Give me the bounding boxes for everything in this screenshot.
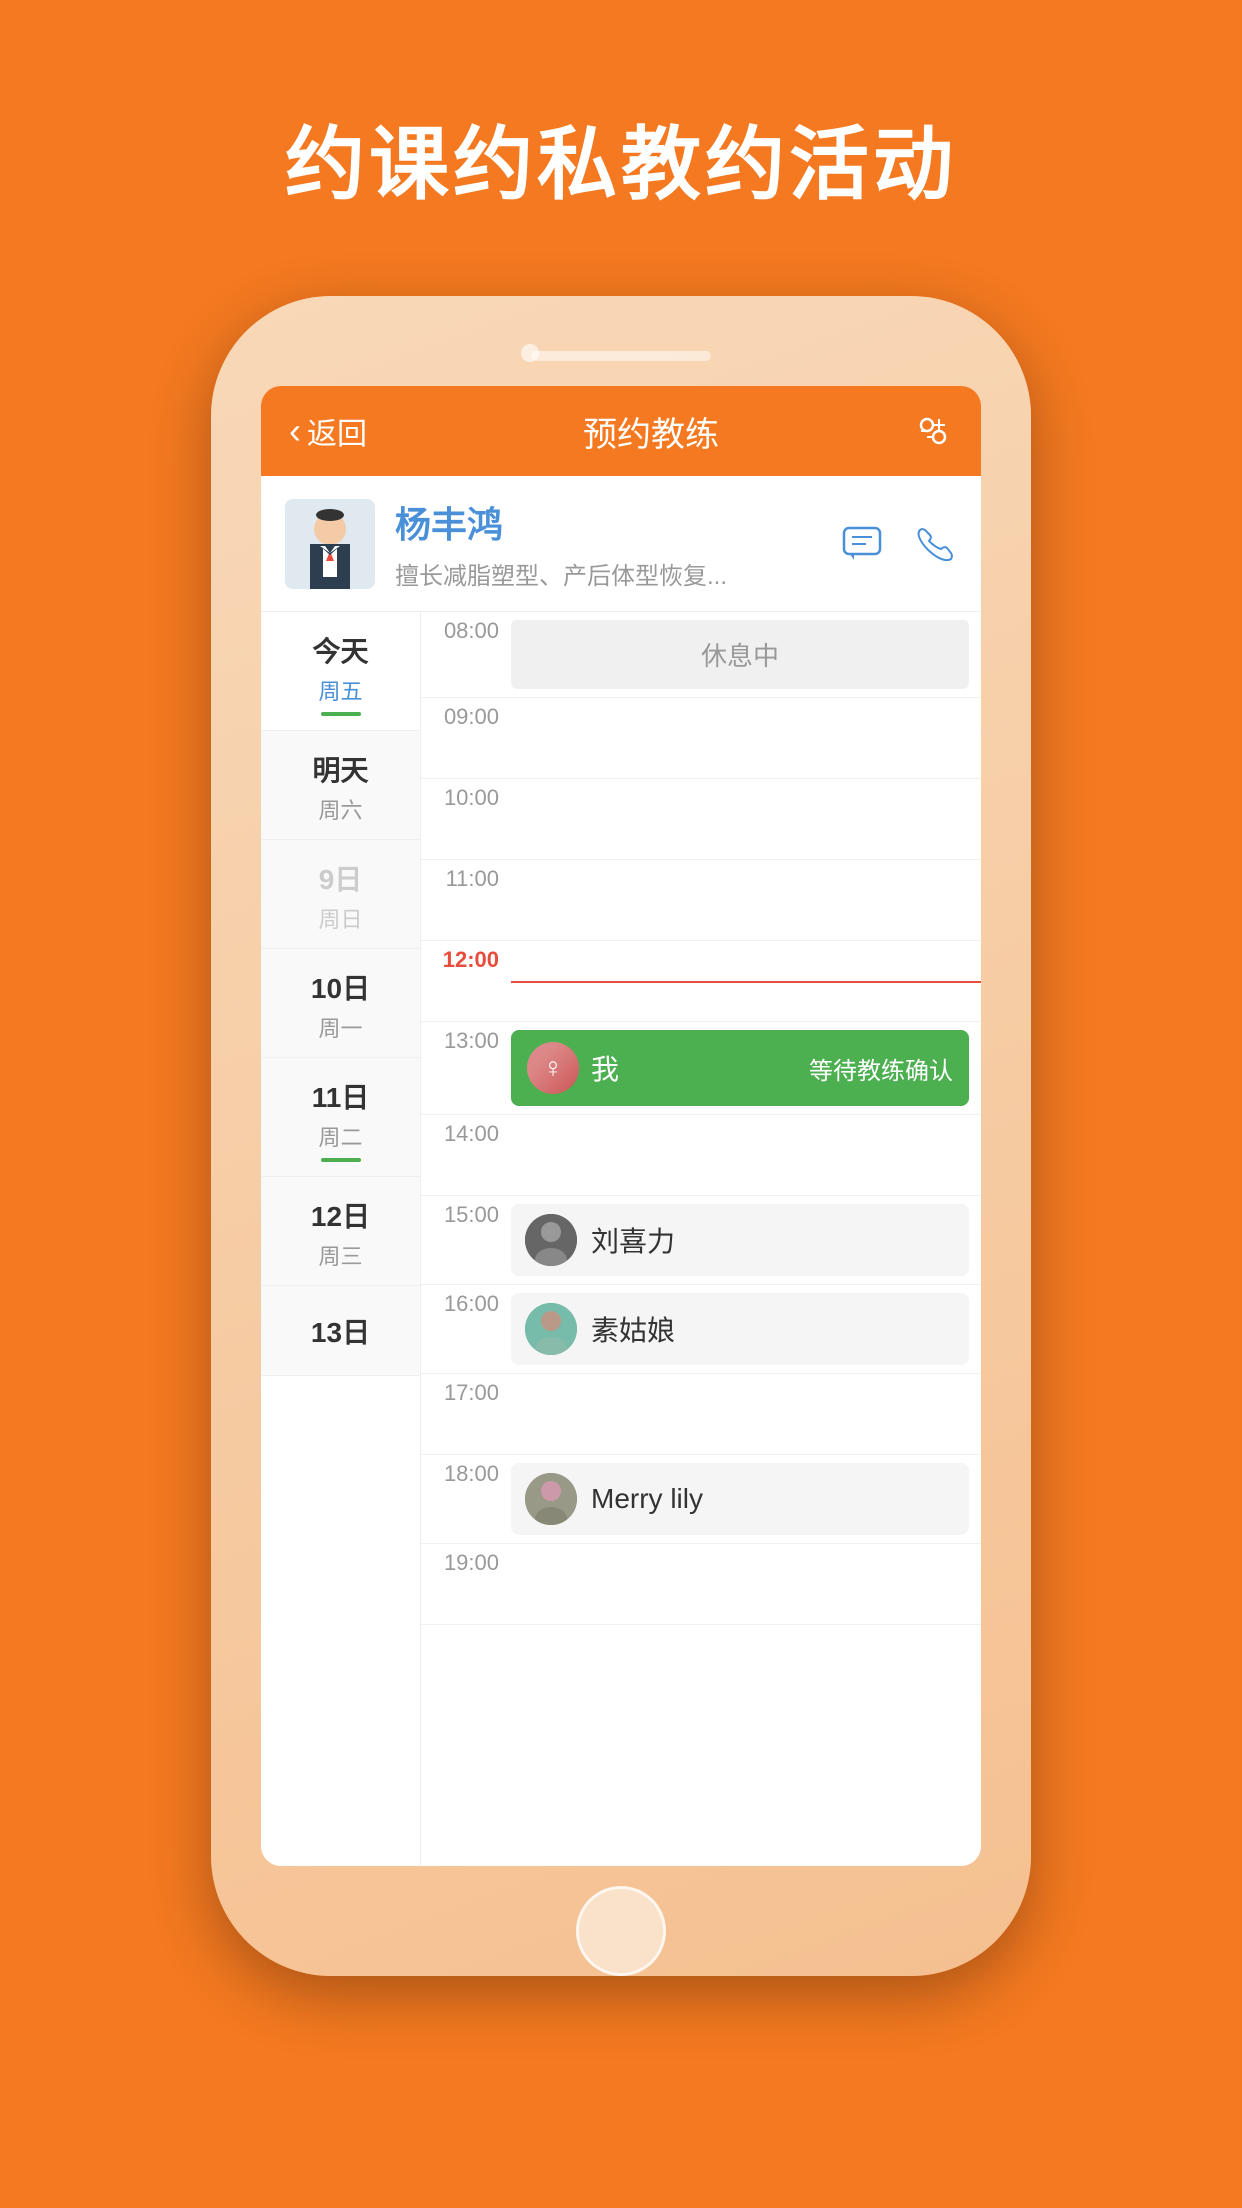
appointment-block[interactable]: ♀ 我 等待教练确认 — [511, 1030, 969, 1106]
date-10[interactable]: 10日 周一 — [261, 949, 420, 1058]
time-row-16: 16:00 — [421, 1285, 981, 1374]
date10-label: 10日 — [311, 967, 370, 1007]
rest-block: 休息中 — [511, 620, 969, 689]
date11-label: 11日 — [312, 1076, 370, 1116]
content-11 — [511, 860, 981, 940]
time-row-10: 10:00 — [421, 779, 981, 860]
time-17: 17:00 — [421, 1374, 511, 1406]
time-row-19: 19:00 — [421, 1544, 981, 1625]
date10-weekday: 周一 — [318, 1011, 362, 1043]
content-17 — [511, 1374, 981, 1454]
appt-avatar-me: ♀ — [527, 1042, 579, 1094]
appt-status: 等待教练确认 — [809, 1051, 953, 1086]
time-row-09: 09:00 — [421, 698, 981, 779]
time-18: 18:00 — [421, 1455, 511, 1487]
content-12 — [511, 941, 981, 1021]
date-13[interactable]: 13日 — [261, 1286, 420, 1376]
content-19 — [511, 1544, 981, 1624]
time-08: 08:00 — [421, 612, 511, 644]
trainer-name: 杨丰鸿 — [395, 496, 837, 548]
tomorrow-label: 明天 — [312, 749, 368, 789]
phone-button[interactable] — [907, 519, 957, 569]
time-row-08: 08:00 休息中 — [421, 612, 981, 698]
trainer-info: 杨丰鸿 擅长减脂塑型、产后体型恢复... — [395, 496, 837, 591]
time-row-18: 18:00 — [421, 1455, 981, 1544]
content-08: 休息中 — [511, 612, 981, 697]
today-underline — [321, 712, 361, 716]
time-10: 10:00 — [421, 779, 511, 811]
date12-weekday: 周三 — [318, 1239, 362, 1271]
person-merry[interactable]: Merry lily — [511, 1463, 969, 1535]
time-row-14: 14:00 — [421, 1115, 981, 1196]
date11-weekday: 周二 — [318, 1120, 362, 1152]
trainer-avatar — [285, 499, 375, 589]
date13-label: 13日 — [311, 1311, 370, 1351]
person-su-avatar — [525, 1303, 577, 1355]
date-sidebar: 今天 周五 明天 周六 9日 周日 10 — [261, 612, 421, 1866]
date11-underline — [321, 1158, 361, 1162]
today-label: 今天 — [312, 630, 368, 670]
back-label: 返回 — [307, 409, 367, 453]
content-18: Merry lily — [511, 1455, 981, 1543]
content-10 — [511, 779, 981, 859]
phone-wrapper: ‹ 返回 预约教练 — [211, 296, 1031, 1976]
current-time-line — [511, 981, 981, 983]
date9-weekday: 周日 — [318, 902, 362, 934]
tomorrow-weekday: 周六 — [318, 793, 362, 825]
time-row-17: 17:00 — [421, 1374, 981, 1455]
time-row-15: 15:00 — [421, 1196, 981, 1285]
phone-speaker — [531, 351, 711, 361]
time-09: 09:00 — [421, 698, 511, 730]
content-09 — [511, 698, 981, 778]
content-16: 素姑娘 — [511, 1285, 981, 1373]
date12-label: 12日 — [311, 1195, 370, 1235]
settings-icon[interactable] — [893, 411, 953, 451]
home-button[interactable] — [576, 1886, 666, 1976]
page-title: 约课约私教约活动 — [285, 100, 957, 216]
person-liu[interactable]: 刘喜力 — [511, 1204, 969, 1276]
content-15: 刘喜力 — [511, 1196, 981, 1284]
time-13: 13:00 — [421, 1022, 511, 1054]
back-button[interactable]: ‹ 返回 — [289, 409, 409, 453]
time-16: 16:00 — [421, 1285, 511, 1317]
phone-screen: ‹ 返回 预约教练 — [261, 386, 981, 1866]
phone-camera — [521, 344, 539, 362]
chat-button[interactable] — [837, 519, 887, 569]
app-header: ‹ 返回 预约教练 — [261, 386, 981, 476]
time-19: 19:00 — [421, 1544, 511, 1576]
time-12: 12:00 — [421, 941, 511, 973]
main-content: 今天 周五 明天 周六 9日 周日 10 — [261, 612, 981, 1866]
header-title: 预约教练 — [409, 407, 893, 456]
time-15: 15:00 — [421, 1196, 511, 1228]
person-su-name: 素姑娘 — [591, 1309, 675, 1349]
phone-shell: ‹ 返回 预约教练 — [211, 296, 1031, 1976]
page-background: 约课约私教约活动 ‹ 返回 预约教练 — [0, 0, 1242, 2208]
date-9[interactable]: 9日 周日 — [261, 840, 420, 949]
content-13[interactable]: ♀ 我 等待教练确认 — [511, 1022, 981, 1114]
time-14: 14:00 — [421, 1115, 511, 1147]
date-today[interactable]: 今天 周五 — [261, 612, 420, 731]
date-tomorrow[interactable]: 明天 周六 — [261, 731, 420, 840]
back-arrow-icon: ‹ — [289, 413, 301, 449]
today-weekday: 周五 — [318, 674, 362, 706]
person-merry-name: Merry lily — [591, 1483, 703, 1515]
trainer-card: 杨丰鸿 擅长减脂塑型、产后体型恢复... — [261, 476, 981, 612]
date9-label: 9日 — [319, 858, 363, 898]
person-liu-name: 刘喜力 — [591, 1220, 675, 1260]
person-su[interactable]: 素姑娘 — [511, 1293, 969, 1365]
content-14 — [511, 1115, 981, 1195]
person-merry-avatar — [525, 1473, 577, 1525]
schedule-area: 08:00 休息中 09:00 10:00 — [421, 612, 981, 1866]
appt-name-me: 我 — [591, 1048, 797, 1088]
time-row-12: 12:00 — [421, 941, 981, 1022]
trainer-actions — [837, 519, 957, 569]
trainer-description: 擅长减脂塑型、产后体型恢复... — [395, 556, 837, 591]
person-liu-avatar — [525, 1214, 577, 1266]
time-row-11: 11:00 — [421, 860, 981, 941]
date-12[interactable]: 12日 周三 — [261, 1177, 420, 1286]
time-11: 11:00 — [421, 860, 511, 892]
time-row-13: 13:00 ♀ 我 等待教练确认 — [421, 1022, 981, 1115]
date-11[interactable]: 11日 周二 — [261, 1058, 420, 1177]
